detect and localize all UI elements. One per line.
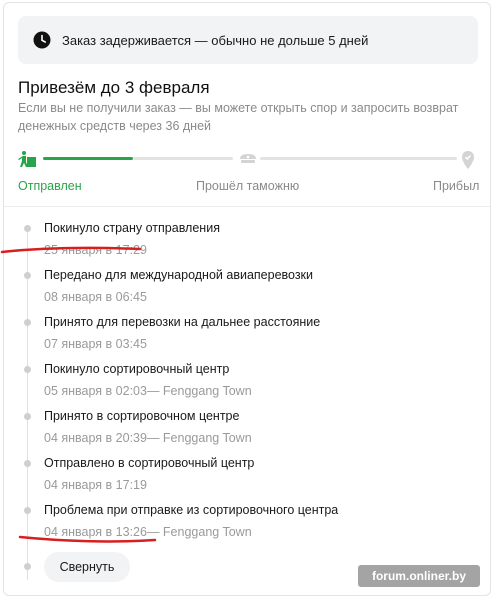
timeline-dot	[24, 507, 31, 514]
step-label-shipped: Отправлен	[18, 179, 82, 193]
timeline-event: Принято в сортировочном центре 04 января…	[0, 398, 494, 445]
shipment-progress	[18, 148, 478, 172]
step-label-customs: Прошёл таможню	[196, 179, 300, 193]
divider	[4, 206, 490, 207]
progress-bar-pending	[133, 157, 233, 160]
timeline-dot	[24, 225, 31, 232]
location-pin-icon	[462, 151, 474, 169]
timeline-event: Покинуло страну отправления 25 января в …	[0, 210, 494, 257]
progress-bar-pending-2	[260, 157, 457, 160]
event-date: 04 января в 17:19	[44, 478, 147, 492]
timeline-event: Принято для перевозки на дальнее расстоя…	[0, 304, 494, 351]
timeline-dot	[24, 460, 31, 467]
dispute-hint: Если вы не получили заказ — вы можете от…	[18, 101, 459, 133]
timeline-event: Отправлено в сортировочный центр 04 янва…	[0, 445, 494, 492]
event-date: 25 января в 17:29	[44, 243, 147, 257]
event-date: 07 января в 03:45	[44, 337, 147, 351]
progress-bar-done	[43, 157, 133, 160]
delay-banner-text: Заказ задерживается — обычно не дольше 5…	[62, 32, 369, 48]
event-title: Принято для перевозки на дальнее расстоя…	[44, 315, 321, 329]
event-date: 05 января в 02:03— Fenggang Town	[44, 384, 252, 398]
timeline-dot	[24, 319, 31, 326]
step-label-arrived: Прибыл	[433, 179, 480, 193]
clock-icon	[33, 31, 51, 49]
event-title: Проблема при отправке из сортировочного …	[44, 503, 339, 517]
event-title: Отправлено в сортировочный центр	[44, 456, 255, 470]
event-title: Покинуло сортировочный центр	[44, 362, 230, 376]
timeline-event: Передано для международной авиаперевозки…	[0, 257, 494, 304]
event-title: Принято в сортировочном центре	[44, 409, 240, 423]
delivery-date-title: Привезём до 3 февраля	[18, 78, 210, 97]
shipped-icon	[18, 151, 36, 167]
event-title: Передано для международной авиаперевозки	[44, 268, 314, 282]
collapse-button[interactable]: Свернуть	[44, 552, 130, 582]
timeline-dot	[24, 366, 31, 373]
event-date: 04 января в 13:26— Fenggang Town	[44, 525, 252, 539]
timeline-dot	[24, 413, 31, 420]
event-date: 08 января в 06:45	[44, 290, 147, 304]
event-title: Покинуло страну отправления	[44, 221, 220, 235]
timeline-event: Покинуло сортировочный центр 05 января в…	[0, 351, 494, 398]
timeline-event: Проблема при отправке из сортировочного …	[0, 492, 494, 539]
timeline-dot	[24, 272, 31, 279]
timeline-dot	[24, 563, 31, 570]
event-date: 04 января в 20:39— Fenggang Town	[44, 431, 252, 445]
watermark: forum.onliner.by	[358, 565, 480, 587]
customs-icon	[240, 154, 256, 163]
delay-banner: Заказ задерживается — обычно не дольше 5…	[18, 16, 478, 64]
